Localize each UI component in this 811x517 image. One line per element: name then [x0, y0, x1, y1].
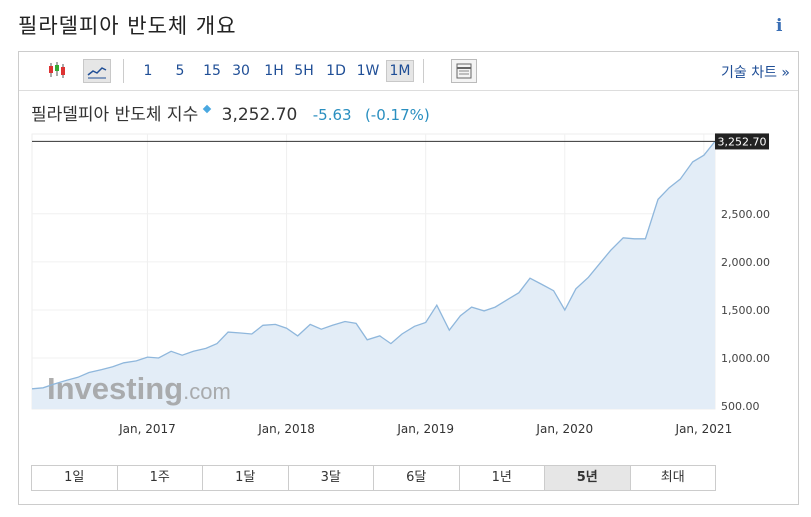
- last-price-tag: 3,252.70: [715, 133, 769, 150]
- y-axis: 500.00 1,000.00 1,500.00 2,000.00 2,500.00: [721, 208, 770, 413]
- y-tick-label: 1,000.00: [721, 352, 770, 365]
- period-max[interactable]: 최대: [631, 466, 716, 490]
- page-title: 필라델피아 반도체 개요: [18, 14, 237, 38]
- y-tick-label: 500.00: [721, 400, 760, 413]
- period-1w[interactable]: 1주: [118, 466, 203, 490]
- period-1m[interactable]: 1달: [203, 466, 289, 490]
- x-tick-label: Jan, 2021: [675, 422, 733, 436]
- x-tick-label: Jan, 2017: [118, 422, 176, 436]
- period-3m[interactable]: 3달: [289, 466, 374, 490]
- period-1y[interactable]: 1년: [460, 466, 545, 490]
- y-tick-label: 2,000.00: [721, 256, 770, 269]
- x-tick-label: Jan, 2019: [396, 422, 454, 436]
- chart-panel: 1 5 15 30 1H 5H 1D 1W 1M 기술 차트 » 필라델피아 반…: [18, 51, 799, 505]
- y-tick-label: 1,500.00: [721, 304, 770, 317]
- period-selector: 1일 1주 1달 3달 6달 1년 5년 최대: [31, 465, 716, 491]
- period-1d[interactable]: 1일: [32, 466, 118, 490]
- info-icon[interactable]: i: [776, 16, 782, 36]
- period-5y[interactable]: 5년: [545, 466, 631, 490]
- period-6m[interactable]: 6달: [374, 466, 460, 490]
- x-axis: Jan, 2017 Jan, 2018 Jan, 2019 Jan, 2020 Jan,…: [118, 422, 732, 436]
- x-tick-label: Jan, 2020: [535, 422, 593, 436]
- y-tick-label: 2,500.00: [721, 208, 770, 221]
- x-tick-label: Jan, 2018: [257, 422, 315, 436]
- price-chart[interactable]: Investing.com 3,252.70 500.001,000.001,5…: [19, 52, 798, 452]
- last-price-tag-label: 3,252.70: [718, 135, 767, 148]
